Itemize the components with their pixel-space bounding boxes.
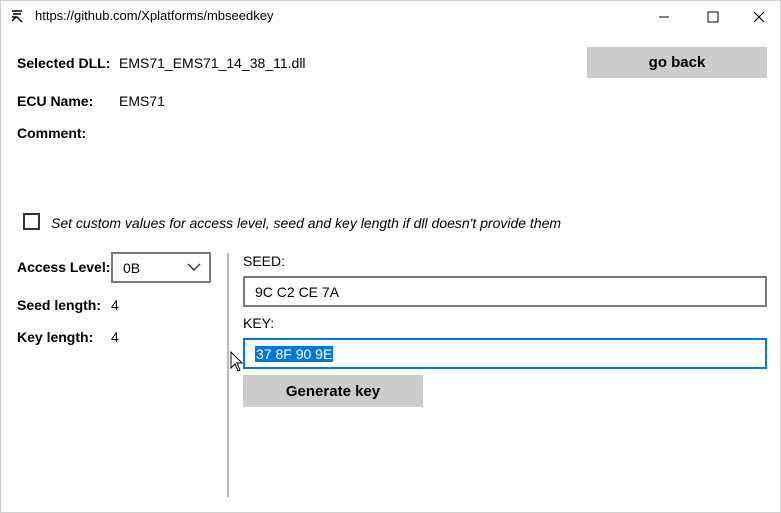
app-window: https://github.com/Xplatforms/mbseedkey …	[0, 0, 781, 513]
key-length-value: 4	[111, 329, 119, 345]
key-input-value: 37 8F 90 9E	[255, 346, 334, 362]
comment-label: Comment:	[17, 125, 87, 141]
custom-values-checkbox[interactable]	[23, 213, 40, 230]
seed-length-value: 4	[111, 297, 119, 313]
app-logo-icon	[11, 10, 23, 23]
access-level-select[interactable]: 0B	[111, 252, 211, 283]
ecu-name-value: EMS71	[119, 93, 165, 109]
seed-input[interactable]: 9C C2 CE 7A	[243, 276, 767, 307]
minimize-icon	[659, 16, 669, 17]
selected-dll-value: EMS71_EMS71_14_38_11.dll	[119, 55, 306, 71]
maximize-button[interactable]	[690, 1, 736, 32]
key-length-label: Key length:	[17, 329, 94, 345]
ecu-name-label: ECU Name:	[17, 93, 94, 109]
window-title: https://github.com/Xplatforms/mbseedkey	[35, 8, 274, 23]
access-level-value: 0B	[123, 260, 141, 276]
maximize-icon	[707, 11, 719, 22]
generate-key-button[interactable]: Generate key	[243, 375, 423, 407]
minimize-button[interactable]	[641, 1, 687, 32]
key-input[interactable]: 37 8F 90 9E	[243, 338, 767, 369]
vertical-divider	[227, 253, 229, 497]
close-button[interactable]	[736, 1, 780, 32]
seed-input-value: 9C C2 CE 7A	[255, 284, 340, 300]
chevron-down-icon	[187, 263, 201, 271]
access-level-label: Access Level:	[17, 259, 111, 275]
custom-values-label: Set custom values for access level, seed…	[51, 215, 562, 231]
seed-label: SEED:	[243, 253, 286, 269]
key-label: KEY:	[243, 315, 275, 331]
seed-length-label: Seed length:	[17, 297, 102, 313]
close-icon	[753, 11, 765, 22]
go-back-button[interactable]: go back	[587, 47, 767, 78]
mouse-cursor-icon	[230, 351, 244, 372]
selected-dll-label: Selected DLL:	[17, 55, 111, 71]
title-bar: https://github.com/Xplatforms/mbseedkey	[1, 1, 780, 32]
